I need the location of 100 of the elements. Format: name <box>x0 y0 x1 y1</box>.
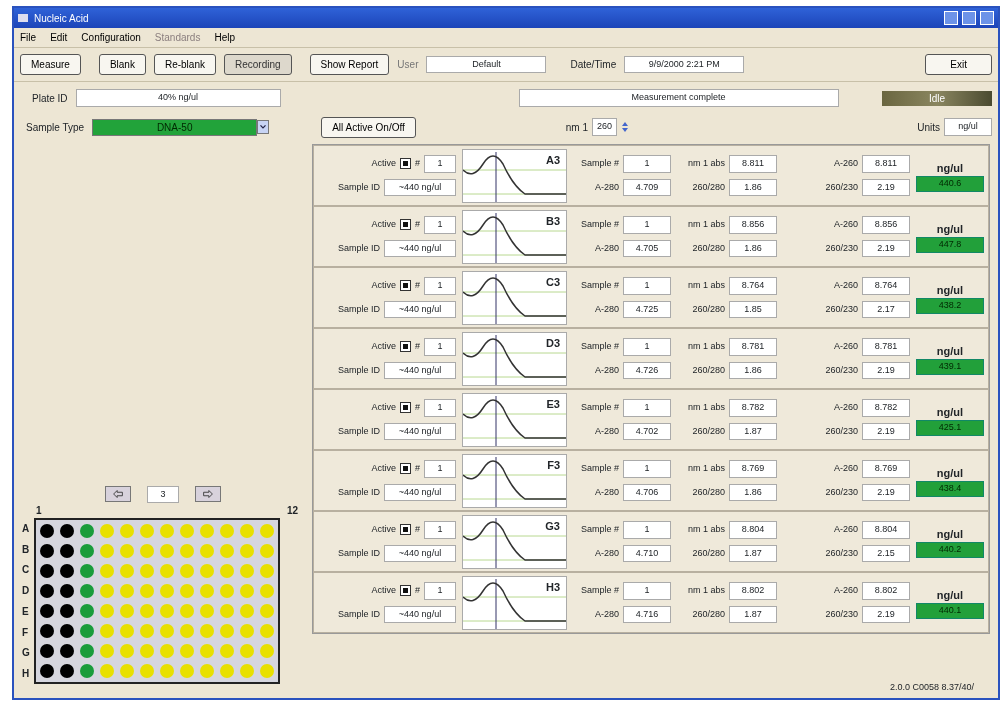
sample-id-field[interactable]: ~440 ng/ul <box>384 422 456 440</box>
active-checkbox[interactable] <box>400 585 411 597</box>
sample-id-field[interactable]: ~440 ng/ul <box>384 544 456 562</box>
ratio-230-label: 260/230 <box>825 180 858 194</box>
active-checkbox[interactable] <box>400 402 411 414</box>
ratio-280-field: 1.86 <box>729 483 777 501</box>
plate-id-field[interactable]: 40% ng/ul <box>75 89 281 107</box>
number-field[interactable]: 1 <box>424 399 456 417</box>
plate-well[interactable] <box>59 584 74 598</box>
number-field[interactable]: 1 <box>424 521 456 539</box>
plate-well[interactable] <box>59 604 74 618</box>
active-label: Active <box>371 523 396 536</box>
number-label: # <box>415 523 420 536</box>
absorbance-field: 8.782 <box>729 399 777 417</box>
sample-number-label: Sample # <box>580 523 619 536</box>
a280-field: 4.709 <box>623 178 671 196</box>
plate-well[interactable] <box>59 664 74 678</box>
ratio-280-label: 260/280 <box>692 180 725 194</box>
nm-spinner[interactable]: 260 <box>592 118 618 136</box>
exit-button[interactable]: Exit <box>925 54 992 75</box>
sample-id-field[interactable]: ~440 ng/ul <box>384 361 456 379</box>
plate-well[interactable] <box>59 624 74 638</box>
maximize-button[interactable] <box>962 11 976 25</box>
sample-id-label: Sample ID <box>337 546 380 560</box>
a260-field: 8.811 <box>862 155 910 173</box>
plate-well[interactable] <box>39 564 54 578</box>
plate-well[interactable] <box>59 524 74 538</box>
user-field[interactable]: Default <box>426 55 547 74</box>
sample-id-field[interactable]: ~440 ng/ul <box>384 239 456 257</box>
toolbar-button[interactable]: Recording <box>223 54 292 75</box>
active-checkbox[interactable] <box>400 524 411 536</box>
minimize-button[interactable] <box>944 11 958 25</box>
number-field[interactable]: 1 <box>424 216 456 234</box>
sample-id-field[interactable]: ~440 ng/ul <box>384 300 456 318</box>
previous-page-button[interactable] <box>105 486 131 503</box>
page-field[interactable]: 3 <box>147 485 179 503</box>
absorbance-field: 8.781 <box>729 338 777 356</box>
number-field[interactable]: 1 <box>424 155 456 173</box>
absorbance-label: nm 1 abs <box>687 462 725 475</box>
absorbance-label: nm 1 abs <box>687 279 725 292</box>
number-label: # <box>415 279 420 292</box>
sample-number-label: Sample # <box>580 401 619 414</box>
concentration-field: 438.4 <box>916 481 984 497</box>
plate-well[interactable] <box>59 644 74 658</box>
sample-id-field[interactable]: ~440 ng/ul <box>384 483 456 501</box>
datetime-field[interactable]: 9/9/2000 2:21 PM <box>624 55 745 74</box>
sample-id-field[interactable]: ~440 ng/ul <box>384 605 456 623</box>
sample-id-label: Sample ID <box>337 424 380 438</box>
menu-item[interactable]: Help <box>214 30 235 45</box>
active-checkbox[interactable] <box>400 463 411 475</box>
row-letter: D <box>22 584 30 599</box>
menu-item[interactable]: Edit <box>50 30 68 45</box>
sample-number-field: 1 <box>623 399 671 417</box>
ratio-230-label: 260/230 <box>825 424 858 438</box>
well-label: B3 <box>545 213 560 229</box>
unit-label: ng/ul <box>936 465 964 481</box>
number-field[interactable]: 1 <box>424 338 456 356</box>
close-button[interactable] <box>980 11 994 25</box>
units-dropdown[interactable]: ng/ul <box>944 118 992 136</box>
active-checkbox[interactable] <box>400 280 411 292</box>
plate-well[interactable] <box>39 644 54 658</box>
active-checkbox[interactable] <box>400 219 411 231</box>
plate-well[interactable] <box>59 544 74 558</box>
plate-well[interactable] <box>39 604 54 618</box>
plate-well[interactable] <box>39 664 54 678</box>
well-label: E3 <box>546 396 560 412</box>
number-field[interactable]: 1 <box>424 277 456 295</box>
toolbar-button[interactable]: Blank <box>98 54 146 75</box>
menu-item[interactable]: Configuration <box>81 30 141 45</box>
sample-type-dropdown[interactable]: DNA-50 <box>92 118 258 136</box>
sample-id-label: Sample ID <box>337 180 380 194</box>
ratio-280-field: 1.87 <box>729 544 777 562</box>
all-active-button[interactable]: All Active On/Off <box>321 116 416 138</box>
a280-field: 4.706 <box>623 483 671 501</box>
plate-well[interactable] <box>39 584 54 598</box>
sample-id-label: Sample ID <box>337 485 380 499</box>
number-field[interactable]: 1 <box>424 460 456 478</box>
sample-id-label: Sample ID <box>337 241 380 255</box>
sample-number-label: Sample # <box>580 218 619 231</box>
window-title: Nucleic Acid <box>34 11 89 26</box>
toolbar-button[interactable]: Measure <box>20 54 81 75</box>
sample-id-label: Sample ID <box>337 607 380 621</box>
toolbar-button[interactable]: Show Report <box>309 54 390 75</box>
plate-well[interactable] <box>59 564 74 578</box>
spinner-arrows-icon[interactable] <box>621 121 630 133</box>
ratio-230-field: 2.15 <box>862 544 910 562</box>
well-label: F3 <box>547 457 560 473</box>
sample-id-field[interactable]: ~440 ng/ul <box>384 178 456 196</box>
menu-item[interactable]: File <box>20 30 37 45</box>
toolbar-button[interactable]: Re-blank <box>153 54 216 75</box>
active-checkbox[interactable] <box>400 341 411 353</box>
absorbance-label: nm 1 abs <box>687 157 725 170</box>
sample-number-field: 1 <box>623 521 671 539</box>
active-checkbox[interactable] <box>400 158 411 170</box>
plate-well[interactable] <box>39 524 54 538</box>
number-field[interactable]: 1 <box>424 582 456 600</box>
plate-well[interactable] <box>39 544 54 558</box>
next-page-button[interactable] <box>195 486 221 503</box>
sample-id-label: Sample ID <box>337 302 380 316</box>
plate-well[interactable] <box>39 624 54 638</box>
